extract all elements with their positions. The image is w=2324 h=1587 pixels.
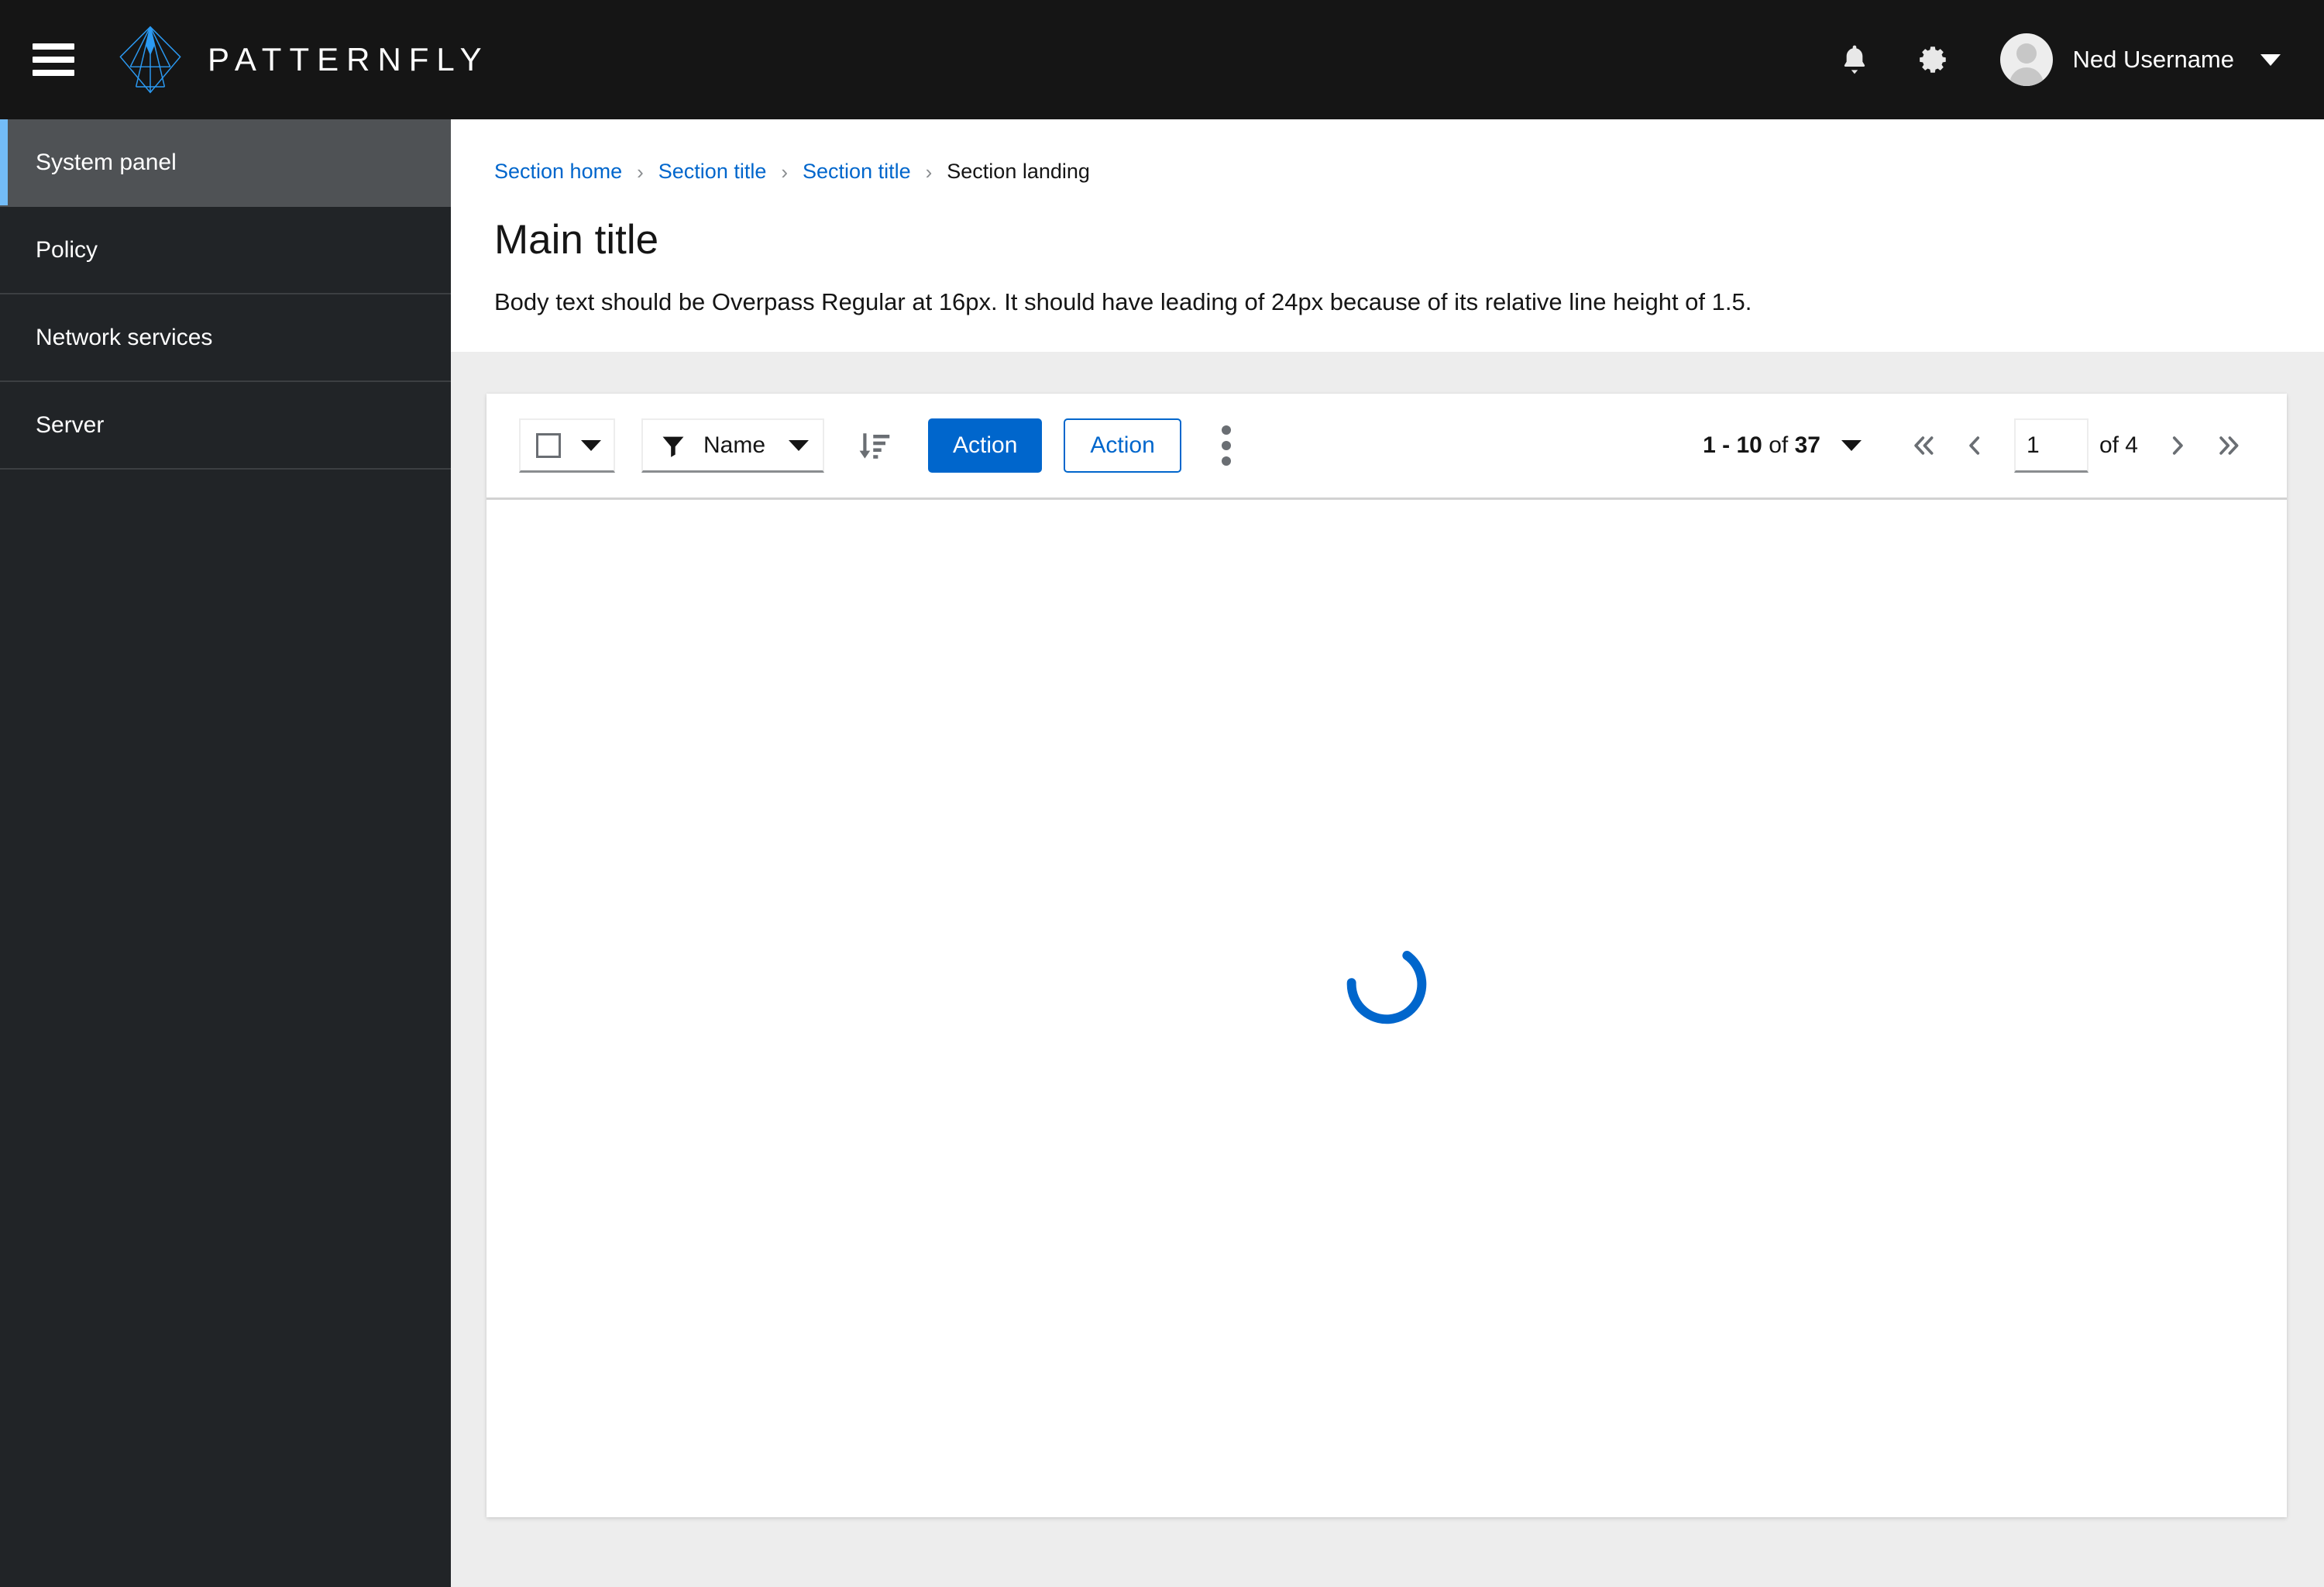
pagination-total: 37 [1794,432,1820,458]
filter-icon [662,436,684,457]
spinner-icon [1346,944,1427,1024]
user-name: Ned Username [2072,46,2234,73]
last-page-button[interactable] [2203,420,2254,471]
hamburger-bar [33,43,74,50]
masthead: PATTERNFLY Ned Username [0,0,2324,119]
breadcrumb-item-section-title-2[interactable]: Section title [803,160,911,184]
page-title: Main title [494,217,659,263]
kebab-dot [1221,441,1231,450]
breadcrumb: Section home › Section title › Section t… [494,160,2281,184]
brand-name: PATTERNFLY [208,41,490,77]
filter-label: Name [703,432,766,458]
sort-amount-down-icon [859,433,890,459]
bulk-select-dropdown[interactable] [519,418,615,473]
current-page-input[interactable] [2013,418,2089,473]
hamburger-bar [33,57,74,63]
bell-icon [1844,45,1865,74]
sidebar-item-label: System panel [36,149,177,175]
kebab-dot [1221,456,1231,466]
sidebar-item-label: Network services [36,324,213,350]
page-header: Section home › Section title › Section t… [451,119,2324,352]
sort-button[interactable] [846,417,903,474]
pagination-nav: of 4 [1898,418,2254,473]
loading-spinner [1345,942,1428,1026]
content-card: Name Action Action 1 - 10 of 37 1 of 4 [486,394,2287,1517]
chevron-down-icon [581,439,601,451]
angle-right-icon [2172,436,2183,455]
kebab-dot [1221,425,1231,435]
sidebar-item-label: Server [36,411,105,438]
angle-left-icon [1969,436,1980,455]
avatar [1999,33,2053,86]
angle-double-left-icon [1914,436,1934,455]
chevron-down-icon [1841,440,1862,451]
avatar-head [2016,43,2037,64]
breadcrumb-separator-icon: › [637,160,644,184]
breadcrumb-separator-icon: › [925,160,933,184]
avatar-body [2009,67,2044,86]
patternfly-logo-icon [119,26,181,94]
main-content: Section home › Section title › Section t… [451,119,2324,1587]
breadcrumb-item-current: Section landing [947,160,1090,183]
chevron-down-icon [2260,53,2281,66]
sidebar-item-server[interactable]: Server [0,382,451,470]
user-menu[interactable]: Ned Username [1999,33,2281,86]
secondary-action-button[interactable]: Action [1064,418,1181,473]
sidebar-item-network-services[interactable]: Network services [0,294,451,382]
notifications-button[interactable] [1825,30,1884,89]
items-per-page-toggle[interactable] [1830,422,1873,470]
sidebar-item-policy[interactable]: Policy [0,207,451,294]
breadcrumb-separator-icon: › [781,160,789,184]
bulk-select-checkbox[interactable] [536,432,561,458]
pagination: 1 - 10 of 37 1 of 4 [1703,418,2254,473]
sidebar-item-label: Policy [36,236,98,263]
filter-dropdown[interactable]: Name [641,418,825,473]
sidebar-item-system-panel[interactable]: System panel [0,119,451,207]
toolbar: Name Action Action 1 - 10 of 37 1 of 4 [486,394,2287,500]
settings-button[interactable] [1904,30,1963,89]
next-page-button[interactable] [2152,420,2203,471]
hamburger-bar [33,70,74,76]
breadcrumb-item-section-home[interactable]: Section home [494,160,622,184]
chevron-down-icon [789,439,810,451]
card-body [486,500,2287,1515]
pagination-range: 1 - 10 [1703,432,1762,458]
kebab-menu-icon[interactable] [1198,418,1254,473]
breadcrumb-item-section-title-1[interactable]: Section title [658,160,767,184]
sidebar-nav: System panel Policy Network services Ser… [0,119,451,1587]
page-body-text: Body text should be Overpass Regular at … [494,288,1752,316]
primary-action-button[interactable]: Action [928,418,1043,473]
masthead-toolbar: Ned Username [1825,30,2324,89]
angle-double-right-icon [2219,436,2239,455]
page-count-label: of 4 [2099,432,2138,458]
first-page-button[interactable] [1898,420,1949,471]
previous-page-button[interactable] [1949,420,2000,471]
pagination-summary: 1 - 10 of 37 [1703,432,1820,459]
gear-icon [1919,46,1946,73]
brand[interactable]: PATTERNFLY [115,24,490,95]
menu-toggle-icon[interactable] [33,43,74,76]
pagination-of: of [1769,432,1789,458]
